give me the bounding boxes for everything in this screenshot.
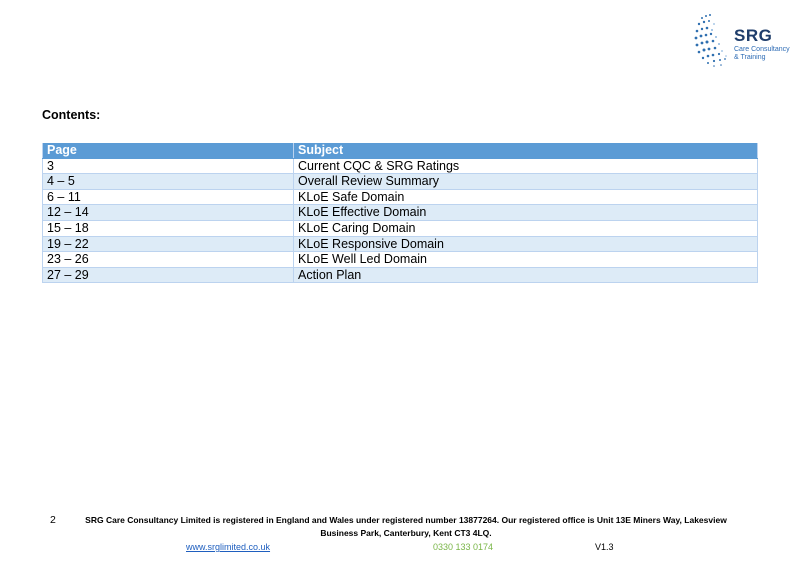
table-row: 3 Current CQC & SRG Ratings: [42, 158, 758, 175]
column-header-page: Page: [42, 143, 294, 159]
table-row: 12 – 14 KLoE Effective Domain: [42, 204, 758, 221]
dotted-arc-logo-icon: [694, 14, 727, 67]
row-page: 12 – 14: [42, 204, 294, 221]
srg-logo: SRG Care Consultancy & Training: [694, 10, 794, 70]
website-link[interactable]: www.srglimited.co.uk: [186, 542, 270, 552]
row-subject: KLoE Safe Domain: [293, 189, 758, 206]
row-subject: KLoE Caring Domain: [293, 220, 758, 237]
row-subject: KLoE Effective Domain: [293, 204, 758, 221]
footer-registration: SRG Care Consultancy Limited is register…: [66, 514, 746, 539]
row-page: 6 – 11: [42, 189, 294, 206]
table-row: 15 – 18 KLoE Caring Domain: [42, 220, 758, 237]
footer-registration-line2: Business Park, Canterbury, Kent CT3 4LQ.: [320, 527, 492, 538]
footer-registration-line1: SRG Care Consultancy Limited is register…: [85, 515, 727, 525]
row-subject: KLoE Well Led Domain: [293, 251, 758, 268]
table-row: 27 – 29 Action Plan: [42, 267, 758, 284]
row-page: 15 – 18: [42, 220, 294, 237]
logo-tagline: Care Consultancy & Training: [734, 46, 790, 62]
row-page: 27 – 29: [42, 267, 294, 284]
phone-number: 0330 133 0174: [433, 542, 494, 552]
row-subject: Action Plan: [293, 267, 758, 284]
table-row: 4 – 5 Overall Review Summary: [42, 173, 758, 190]
row-subject: KLoE Responsive Domain: [293, 236, 758, 253]
page-number: 2: [50, 514, 56, 526]
column-header-subject: Subject: [293, 143, 758, 159]
contents-heading: Contents:: [42, 108, 101, 122]
logo-name: SRG: [734, 26, 773, 45]
logo-tagline-line1: Care Consultancy: [734, 46, 790, 53]
row-page: 4 – 5: [42, 173, 294, 190]
row-page: 19 – 22: [42, 236, 294, 253]
logo-tagline-line2: & Training: [734, 54, 766, 61]
row-page: 3: [42, 158, 294, 175]
table-row: 6 – 11 KLoE Safe Domain: [42, 189, 758, 206]
row-subject: Current CQC & SRG Ratings: [293, 158, 758, 175]
table-header-row: Page Subject: [42, 143, 758, 159]
table-row: 19 – 22 KLoE Responsive Domain: [42, 236, 758, 253]
contents-table: Page Subject 3 Current CQC & SRG Ratings…: [42, 143, 758, 284]
table-row: 23 – 26 KLoE Well Led Domain: [42, 251, 758, 268]
row-subject: Overall Review Summary: [293, 173, 758, 190]
row-page: 23 – 26: [42, 251, 294, 268]
document-version: V1.3: [595, 542, 614, 552]
